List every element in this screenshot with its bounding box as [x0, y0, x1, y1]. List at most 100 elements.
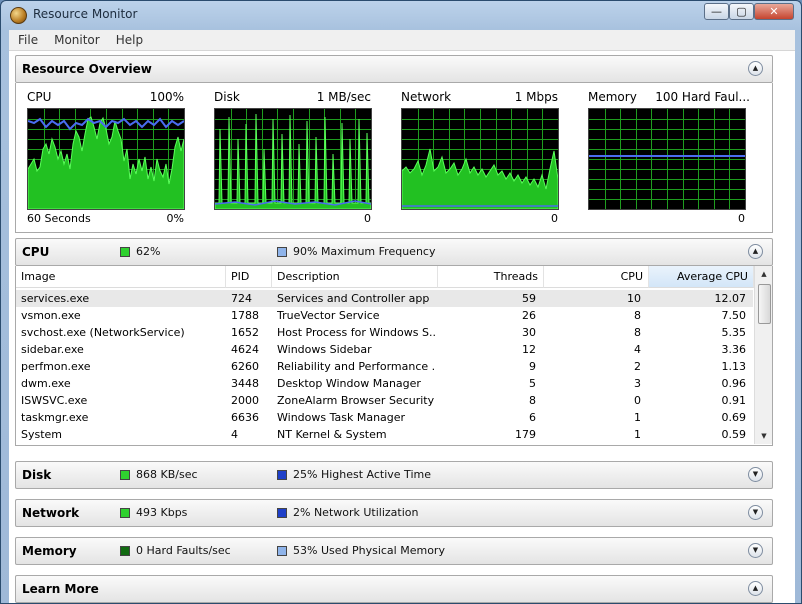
process-image: sidebar.exe	[21, 343, 84, 356]
process-description: Services and Controller app	[277, 292, 430, 305]
disk-graph-min: 0	[364, 212, 371, 225]
process-cpu: 8	[634, 326, 641, 339]
process-image: vsmon.exe	[21, 309, 81, 322]
cpu-section-header[interactable]: CPU 62% 90% Maximum Frequency ▲	[15, 238, 773, 266]
memory-hard-faults-stat: 0 Hard Faults/sec	[136, 544, 231, 557]
process-cpu: 3	[634, 377, 641, 390]
disk-io-stat: 868 KB/sec	[136, 468, 198, 481]
process-average-cpu: 3.36	[721, 343, 747, 356]
process-description: Windows Sidebar	[277, 343, 372, 356]
table-row[interactable]: System 4 NT Kernel & System 179 1 0.59	[16, 426, 753, 443]
scroll-down-arrow-icon[interactable]: ▼	[755, 428, 772, 444]
disk-graph-label: Disk	[214, 90, 240, 104]
column-header-description[interactable]: Description	[272, 266, 438, 288]
process-image: dwm.exe	[21, 377, 71, 390]
cpu-usage-stat: 62%	[136, 245, 161, 258]
table-row[interactable]: ISWSVC.exe 2000 ZoneAlarm Browser Security…	[16, 392, 753, 409]
network-section-title: Network	[22, 506, 80, 520]
process-threads: 26	[522, 309, 536, 322]
column-header-cpu[interactable]: CPU	[544, 266, 649, 288]
process-average-cpu: 5.35	[721, 326, 747, 339]
table-row[interactable]: services.exe 724 Services and Controller a…	[16, 290, 753, 307]
resource-overview-title: Resource Overview	[22, 62, 152, 76]
cpu-section-title: CPU	[22, 245, 50, 259]
table-row[interactable]: lsass.exe 736 Local Security Authority Pro…	[16, 443, 753, 445]
process-threads: 59	[522, 292, 536, 305]
column-header-average-cpu[interactable]: Average CPU	[649, 266, 754, 288]
process-pid: 6636	[231, 411, 259, 424]
memory-graph-min: 0	[738, 212, 745, 225]
process-image: System	[21, 428, 63, 441]
close-button[interactable]: ✕	[754, 3, 794, 20]
expand-chevron-down-icon[interactable]: ▼	[748, 505, 763, 520]
collapse-chevron-up-icon[interactable]: ▲	[748, 244, 763, 259]
cpu-frequency-stat: 90% Maximum Frequency	[293, 245, 436, 258]
column-header-image[interactable]: Image	[16, 266, 226, 288]
column-header-pid[interactable]: PID	[226, 266, 272, 288]
process-image: taskmgr.exe	[21, 411, 89, 424]
table-row[interactable]: perfmon.exe 6260 Reliability and Performan…	[16, 358, 753, 375]
memory-hard-faults-swatch	[120, 546, 130, 556]
process-pid: 3448	[231, 377, 259, 390]
table-row[interactable]: dwm.exe 3448 Desktop Window Manager 5 3 0.96	[16, 375, 753, 392]
network-utilization-swatch	[277, 508, 287, 518]
network-graph-svg	[402, 109, 558, 209]
process-threads: 9	[529, 360, 536, 373]
memory-graph	[588, 108, 746, 210]
process-cpu: 1	[634, 428, 641, 441]
process-description: Desktop Window Manager	[277, 377, 421, 390]
cpu-graph	[27, 108, 185, 210]
process-threads: 6	[529, 411, 536, 424]
cpu-usage-swatch	[120, 247, 130, 257]
process-pid: 1652	[231, 326, 259, 339]
process-average-cpu: 0.59	[721, 428, 747, 441]
cpu-graph-svg	[28, 109, 184, 209]
process-pid: 4624	[231, 343, 259, 356]
table-row[interactable]: svchost.exe (NetworkService) 1652 Host Pro…	[16, 324, 753, 341]
process-cpu: 10	[627, 292, 641, 305]
process-description: NT Kernel & System	[277, 428, 387, 441]
table-row[interactable]: taskmgr.exe 6636 Windows Task Manager 6 1 0.6…	[16, 409, 753, 426]
minimize-button[interactable]: —	[704, 3, 729, 20]
menu-monitor[interactable]: Monitor	[45, 30, 107, 47]
scroll-up-arrow-icon[interactable]: ▲	[755, 266, 772, 282]
learn-more-header[interactable]: Learn More ▲	[15, 575, 773, 603]
table-row[interactable]: sidebar.exe 4624 Windows Sidebar 12 4 3.36	[16, 341, 753, 358]
maximize-button[interactable]: ▢	[729, 3, 754, 20]
column-header-threads[interactable]: Threads	[438, 266, 544, 288]
process-cpu: 4	[634, 343, 641, 356]
memory-graph-svg	[589, 109, 745, 209]
network-section-header[interactable]: Network 493 Kbps 2% Network Utilization …	[15, 499, 773, 527]
collapse-chevron-up-icon[interactable]: ▲	[748, 61, 763, 76]
menu-help[interactable]: Help	[107, 30, 150, 47]
process-pid: 6260	[231, 360, 259, 373]
window-title: Resource Monitor	[33, 7, 138, 21]
disk-section-header[interactable]: Disk 868 KB/sec 25% Highest Active Time …	[15, 461, 773, 489]
process-cpu: 2	[634, 360, 641, 373]
learn-more-title: Learn More	[22, 582, 99, 596]
memory-section-header[interactable]: Memory 0 Hard Faults/sec 53% Used Physic…	[15, 537, 773, 565]
memory-section-title: Memory	[22, 544, 77, 558]
cpu-process-table: Image PID Description Threads CPU Averag…	[15, 266, 773, 446]
process-image: lsass.exe	[21, 443, 221, 445]
process-average-cpu: 0.96	[721, 377, 747, 390]
cpu-graph-timespan: 60 Seconds	[27, 212, 91, 225]
expand-chevron-down-icon[interactable]: ▼	[748, 543, 763, 558]
process-threads: 179	[515, 428, 536, 441]
process-image: services.exe	[21, 292, 90, 305]
network-graph-min: 0	[551, 212, 558, 225]
process-cpu: 0	[541, 443, 641, 445]
memory-used-swatch	[277, 546, 287, 556]
title-bar[interactable]: Resource Monitor — ▢ ✕	[1, 1, 801, 29]
process-cpu: 8	[634, 309, 641, 322]
resource-overview-header[interactable]: Resource Overview ▲	[15, 55, 773, 83]
disk-graph-svg	[215, 109, 371, 209]
collapse-chevron-up-icon[interactable]: ▲	[748, 581, 763, 596]
scrollbar-thumb[interactable]	[758, 284, 771, 324]
vertical-scrollbar[interactable]: ▲ ▼	[754, 266, 772, 444]
network-graph-label: Network	[401, 90, 452, 104]
menu-file[interactable]: File	[9, 30, 45, 47]
expand-chevron-down-icon[interactable]: ▼	[748, 467, 763, 482]
network-io-stat: 493 Kbps	[136, 506, 188, 519]
table-row[interactable]: vsmon.exe 1788 TrueVector Service 26 8 7.50	[16, 307, 753, 324]
